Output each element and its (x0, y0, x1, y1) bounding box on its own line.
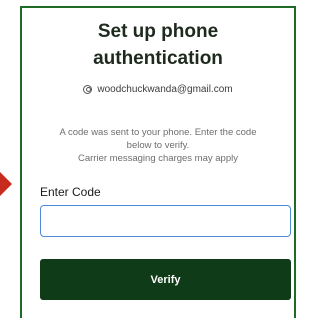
code-input[interactable] (40, 205, 291, 237)
account-email: woodchuckwanda@gmail.com (97, 84, 233, 95)
message-line-2: below to verify. (126, 140, 190, 151)
verification-message: A code was sent to your phone. Enter the… (36, 126, 280, 165)
verify-button[interactable]: Verify (40, 259, 291, 300)
user-circle-icon (83, 85, 93, 94)
message-line-1: A code was sent to your phone. Enter the… (59, 127, 257, 138)
page-title: Set up phone authentication (22, 18, 294, 72)
account-row: woodchuckwanda@gmail.com (22, 84, 294, 95)
auth-card: Set up phone authentication woodchuckwan… (20, 6, 296, 318)
title-line-2: authentication (93, 48, 223, 69)
message-line-3: Carrier messaging charges may apply (78, 153, 238, 164)
code-label: Enter Code (40, 185, 101, 199)
pointer-arrow-icon (0, 172, 12, 196)
title-line-1: Set up phone (97, 21, 219, 42)
